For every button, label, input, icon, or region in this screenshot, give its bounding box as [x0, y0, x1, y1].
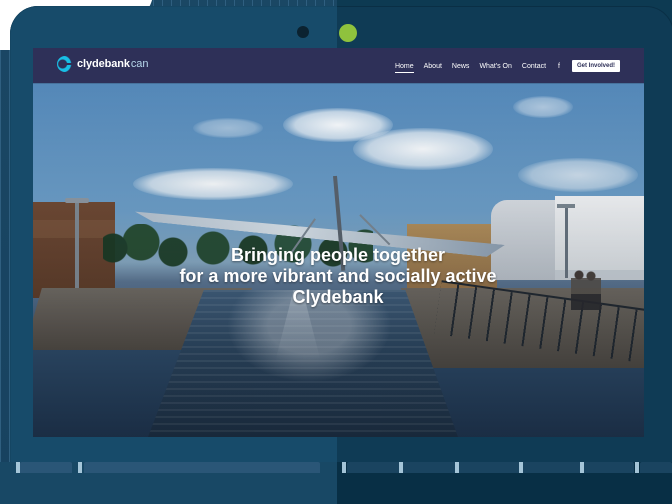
keyboard-strip-segment — [347, 462, 634, 473]
hero-shadow-overlay — [33, 48, 644, 437]
keyboard-gap-marker — [16, 462, 20, 473]
hero-headline: Bringing people together for a more vibr… — [138, 245, 538, 308]
keyboard-gap-marker — [399, 462, 403, 473]
device-mockup-stage: Bringing people together for a more vibr… — [0, 0, 672, 504]
keyboard-strip-segment — [84, 462, 320, 473]
keyboard-gap-marker — [635, 462, 639, 473]
nav-news-link[interactable]: News — [452, 63, 470, 70]
hero-line-2: for a more vibrant and socially active — [179, 266, 497, 286]
facebook-icon[interactable]: f — [558, 63, 560, 70]
site-brand[interactable]: clydebank can — [57, 56, 148, 72]
nav-whats-on-link[interactable]: What's On — [479, 63, 511, 70]
keyboard-gap-marker — [78, 462, 82, 473]
nav-about-link[interactable]: About — [424, 63, 442, 70]
keyboard-strip-segment — [640, 462, 672, 473]
clydebank-can-logo-icon — [57, 56, 74, 72]
brand-text: clydebank can — [77, 57, 149, 70]
nav-home-link[interactable]: Home — [394, 63, 414, 73]
website-screen: Bringing people together for a more vibr… — [33, 48, 644, 437]
brand-primary-text: clydebank — [77, 57, 130, 70]
keyboard-gap-marker — [455, 462, 459, 473]
site-header: clydebank can Home About News What's On … — [33, 48, 644, 83]
main-navigation: Home About News What's On Contact f Get … — [394, 60, 620, 73]
get-involved-button[interactable]: Get Involved! — [571, 60, 620, 72]
keyboard-gap-marker — [580, 462, 584, 473]
keyboard-gap-marker — [519, 462, 523, 473]
hero-line-3: Clydebank — [292, 287, 384, 307]
hero-line-1: Bringing people together — [231, 245, 445, 265]
status-light-icon — [339, 24, 357, 42]
hero-image-scene: Bringing people together for a more vibr… — [33, 48, 644, 437]
laptop-base — [0, 462, 672, 504]
keyboard-strip-segment — [20, 462, 72, 473]
keyboard-gap-marker — [342, 462, 346, 473]
brand-secondary-text: can — [130, 57, 149, 70]
camera-dot-icon — [297, 26, 309, 38]
nav-contact-link[interactable]: Contact — [522, 63, 546, 70]
